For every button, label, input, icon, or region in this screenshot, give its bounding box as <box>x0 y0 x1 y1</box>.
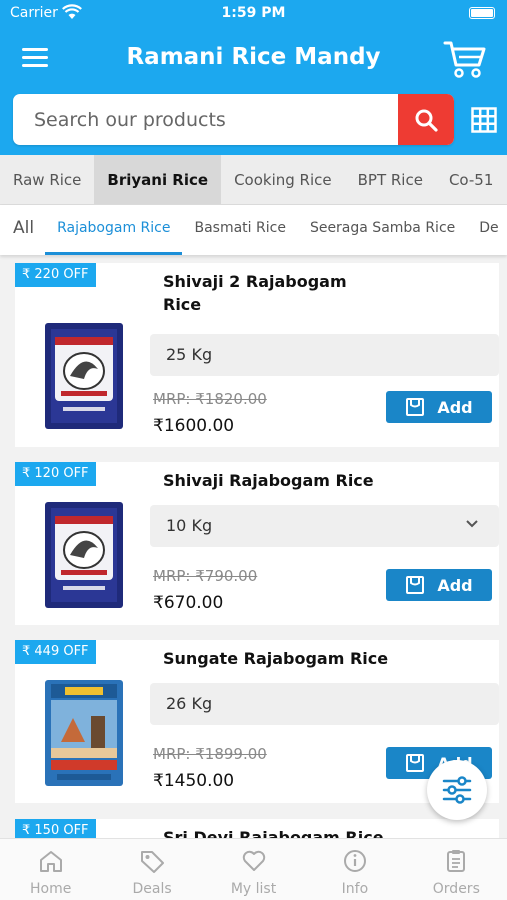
quantity-value: 10 Kg <box>166 516 213 535</box>
home-icon <box>39 851 62 872</box>
nav-home-label: Home <box>30 881 72 897</box>
product-mrp: MRP: ₹1899.00 <box>153 745 267 763</box>
nav-my-list-label: My list <box>230 881 277 897</box>
product-name: Shivaji 2 Rajabogam Rice <box>163 272 347 314</box>
shopping-bag-icon <box>406 398 425 416</box>
product-card[interactable]: ₹ 449 OFF Sungate Rajabogam Rice 26 Kg M… <box>15 640 499 803</box>
subtab-all[interactable]: All <box>0 205 45 255</box>
battery-icon <box>469 7 495 19</box>
cart-icon[interactable] <box>443 38 487 84</box>
add-button[interactable]: Add <box>386 569 492 601</box>
info-icon <box>343 850 366 872</box>
subtab-basmati-rice[interactable]: Basmati Rice <box>182 205 297 255</box>
product-card[interactable]: ₹ 150 OFF Sri Devi Rajabogam Rice <box>15 819 499 838</box>
nav-orders[interactable]: Orders <box>406 839 507 900</box>
discount-badge: ₹ 150 OFF <box>15 819 96 838</box>
add-button-label: Add <box>437 575 473 595</box>
add-button[interactable]: Add <box>386 391 492 423</box>
bottom-navigation: Home Deals My list Info Orders <box>0 838 507 900</box>
shopping-bag-icon <box>406 754 425 772</box>
quantity-select[interactable]: 25 Kg <box>150 334 499 376</box>
app-title: Ramani Rice Mandy <box>126 44 381 70</box>
product-mrp: MRP: ₹790.00 <box>153 567 258 585</box>
app-header: Ramani Rice Mandy <box>0 28 507 155</box>
search-bar <box>13 94 454 145</box>
clipboard-icon <box>447 850 466 872</box>
discount-badge: ₹ 449 OFF <box>15 640 96 664</box>
tab-bpt-rice[interactable]: BPT Rice <box>345 155 436 204</box>
shopping-bag-icon <box>406 576 425 594</box>
search-input[interactable] <box>13 94 397 145</box>
nav-info-label: Info <box>341 881 369 897</box>
product-image[interactable] <box>43 321 125 431</box>
heart-icon <box>242 850 265 871</box>
quantity-select[interactable]: 26 Kg <box>150 683 499 725</box>
nav-orders-label: Orders <box>432 881 480 897</box>
nav-deals-label: Deals <box>132 881 172 897</box>
nav-my-list[interactable]: My list <box>203 839 304 900</box>
clock: 1:59 PM <box>221 5 286 21</box>
tab-briyani-rice[interactable]: Briyani Rice <box>94 155 222 204</box>
chevron-down-icon <box>466 520 478 528</box>
discount-badge: ₹ 220 OFF <box>15 263 96 287</box>
tab-raw-rice[interactable]: Raw Rice <box>0 155 94 204</box>
product-price: ₹1450.00 <box>153 771 235 791</box>
subtab-more[interactable]: De <box>467 205 507 255</box>
product-price: ₹670.00 <box>153 593 224 613</box>
quantity-select[interactable]: 10 Kg <box>150 505 499 547</box>
nav-deals[interactable]: Deals <box>101 839 202 900</box>
subtab-seeraga-samba-rice[interactable]: Seeraga Samba Rice <box>298 205 467 255</box>
status-bar: Carrier 1:59 PM <box>0 0 507 28</box>
product-price: ₹1600.00 <box>153 416 235 436</box>
tab-co-51[interactable]: Co-51 <box>436 155 506 204</box>
tab-cooking-rice[interactable]: Cooking Rice <box>221 155 345 204</box>
grid-view-icon[interactable] <box>471 107 497 137</box>
product-name: Shivaji Rajabogam Rice <box>163 471 374 490</box>
filter-button[interactable] <box>427 760 487 820</box>
subtab-rajabogam-rice[interactable]: Rajabogam Rice <box>45 205 183 255</box>
product-card[interactable]: ₹ 120 OFF Shivaji Rajabogam Rice 10 Kg M… <box>15 462 499 625</box>
nav-home[interactable]: Home <box>0 839 101 900</box>
subcategory-tabs: All Rajabogam Rice Basmati Rice Seeraga Sam… <box>0 205 507 255</box>
product-name: Sungate Rajabogam Rice <box>163 649 389 668</box>
product-mrp: MRP: ₹1820.00 <box>153 390 267 408</box>
tag-icon <box>141 851 165 873</box>
sliders-icon <box>442 776 472 804</box>
category-tabs: Raw Rice Briyani Rice Cooking Rice BPT Rice… <box>0 155 507 205</box>
product-list: ₹ 220 OFF Shivaji 2 Rajabogam Rice 25 Kg… <box>0 255 507 838</box>
product-name: Sri Devi Rajabogam Rice <box>163 828 384 838</box>
nav-info[interactable]: Info <box>304 839 405 900</box>
product-image[interactable] <box>43 500 125 610</box>
product-card[interactable]: ₹ 220 OFF Shivaji 2 Rajabogam Rice 25 Kg… <box>15 263 499 447</box>
product-image[interactable] <box>43 678 125 788</box>
discount-badge: ₹ 120 OFF <box>15 462 96 486</box>
add-button-label: Add <box>437 397 473 417</box>
search-icon <box>415 109 438 132</box>
search-button[interactable] <box>398 94 454 145</box>
